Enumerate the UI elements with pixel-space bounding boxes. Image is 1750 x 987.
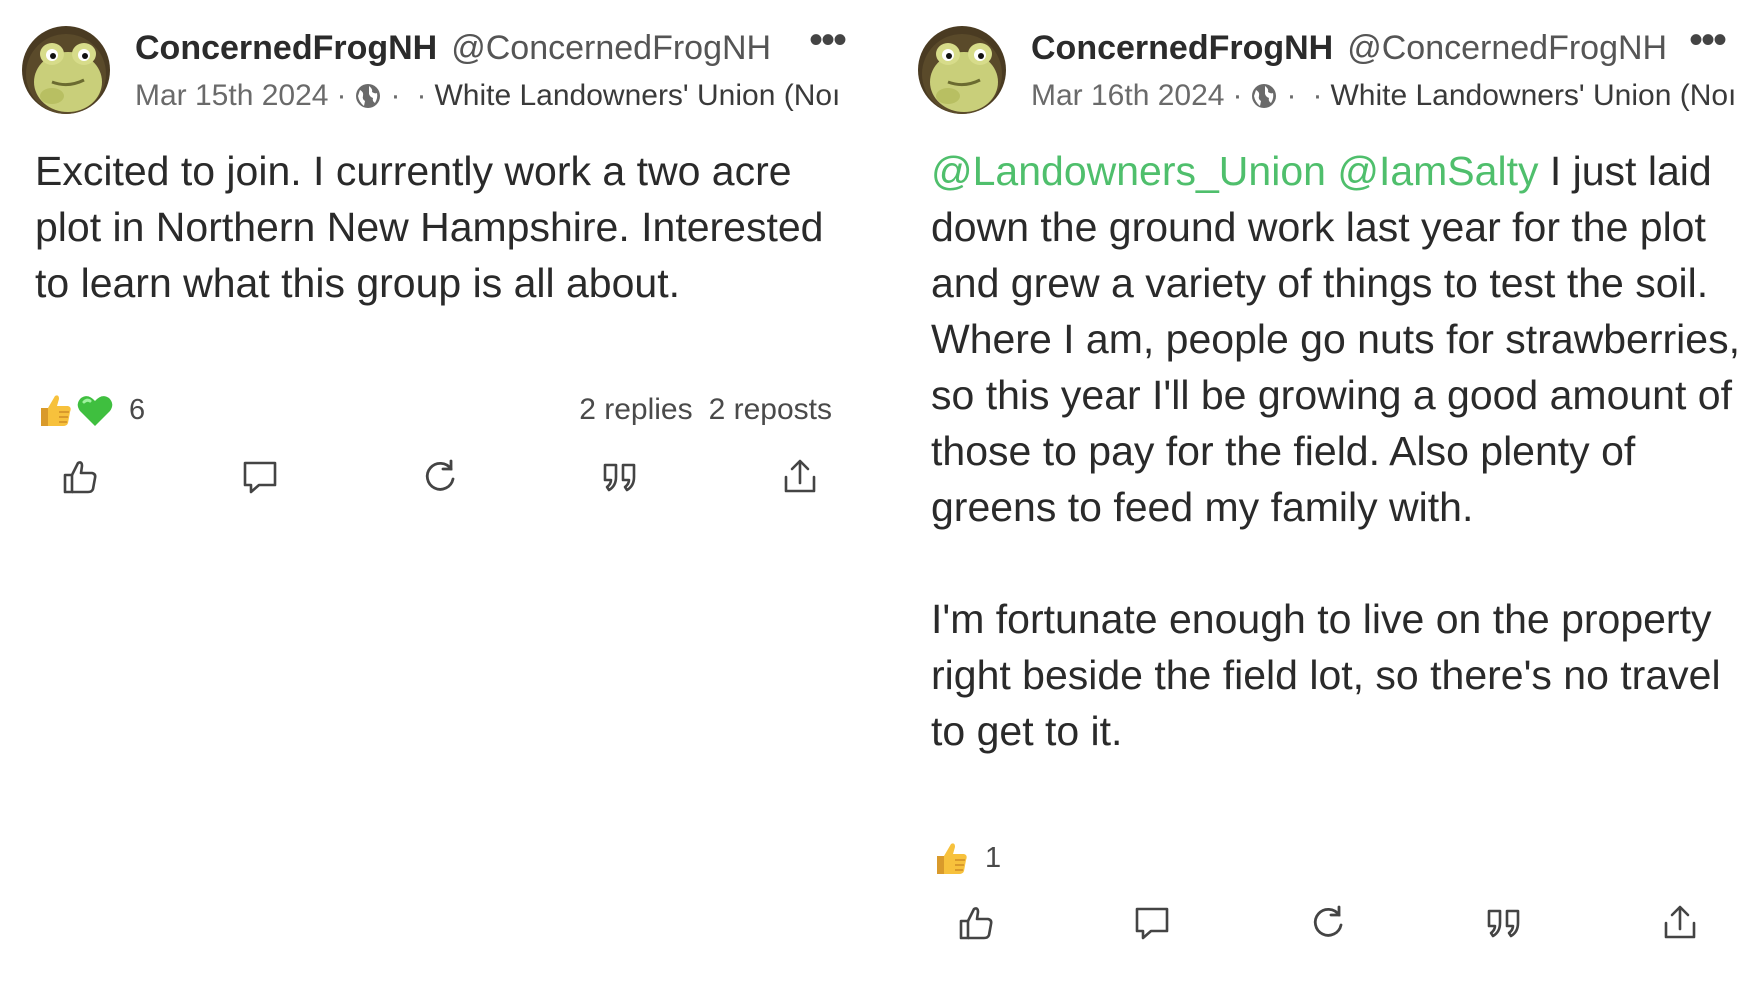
thumbs-up-icon <box>63 461 97 494</box>
separator-dot: · <box>1232 79 1243 112</box>
share-button[interactable] <box>770 447 830 507</box>
repost-icon <box>1313 905 1343 937</box>
post-meta: Mar 15th 2024 · · · White Landowners' Union … <box>135 74 870 118</box>
globe-icon <box>356 84 381 108</box>
comment-icon <box>1135 907 1169 940</box>
quote-button[interactable] <box>590 447 650 507</box>
post-date[interactable]: Mar 15th 2024 <box>135 79 328 112</box>
quote-icon <box>1487 909 1520 938</box>
display-name[interactable]: ConcernedFrogNH <box>1031 29 1333 67</box>
separator-dot: · <box>416 79 427 112</box>
repost-button[interactable] <box>1298 893 1358 953</box>
like-button[interactable] <box>946 893 1006 953</box>
quote-icon <box>603 463 636 492</box>
post-card: ConcernedFrogNH @ConcernedFrogNH ••• Mar … <box>0 0 870 987</box>
separator-dot: · <box>1286 79 1297 112</box>
separator-dot: · <box>336 79 347 112</box>
author-line: ConcernedFrogNH @ConcernedFrogNH <box>1031 26 1667 70</box>
replies-count[interactable]: 2 replies <box>579 393 692 426</box>
comment-icon <box>243 461 277 494</box>
thumbs-up-emoji-icon <box>41 395 71 426</box>
user-handle[interactable]: @ConcernedFrogNH <box>451 29 771 67</box>
post-body: Excited to join. I currently work a two … <box>35 148 835 306</box>
share-icon <box>784 459 816 493</box>
frog-avatar-icon <box>918 26 1006 114</box>
thumbs-up-emoji-icon <box>937 843 967 874</box>
user-handle[interactable]: @ConcernedFrogNH <box>1347 29 1667 67</box>
more-options-icon[interactable]: ••• <box>1684 20 1730 66</box>
reply-button[interactable] <box>230 447 290 507</box>
mention-link[interactable]: @IamSalty <box>1337 148 1538 194</box>
reaction-count: 1 <box>985 842 1002 874</box>
reply-button[interactable] <box>1122 893 1182 953</box>
post-body-text: I just laid down the ground work last ye… <box>931 148 1740 754</box>
frog-avatar-icon <box>22 26 110 114</box>
action-bar <box>946 893 1710 953</box>
reposts-count[interactable]: 2 reposts <box>709 393 832 426</box>
author-line: ConcernedFrogNH @ConcernedFrogNH <box>135 26 771 70</box>
mention-link[interactable]: @Landowners_Union <box>931 148 1326 194</box>
reaction-count: 6 <box>129 394 146 426</box>
display-name[interactable]: ConcernedFrogNH <box>135 29 437 67</box>
post-card: ConcernedFrogNH @ConcernedFrogNH ••• Mar … <box>896 0 1750 987</box>
share-icon <box>1664 905 1696 939</box>
quote-button[interactable] <box>1474 893 1534 953</box>
thumbs-up-icon <box>959 907 993 940</box>
repost-button[interactable] <box>410 447 470 507</box>
repost-icon <box>425 459 455 491</box>
share-button[interactable] <box>1650 893 1710 953</box>
globe-icon <box>1252 84 1277 108</box>
action-bar <box>50 447 830 507</box>
reactions-summary[interactable]: 6 <box>35 388 145 432</box>
post-meta: Mar 16th 2024 · · · White Landowners' Union … <box>1031 74 1750 118</box>
group-link[interactable]: White Landowners' Union (Noı <box>434 79 840 112</box>
separator-dot: · <box>1312 79 1323 112</box>
post-stats: 2 replies 2 reposts <box>579 388 832 432</box>
like-button[interactable] <box>50 447 110 507</box>
group-link[interactable]: White Landowners' Union (Noı <box>1330 79 1736 112</box>
separator-dot: · <box>390 79 401 112</box>
avatar[interactable] <box>22 26 110 114</box>
reactions-summary[interactable]: 1 <box>931 836 1001 880</box>
post-body: @Landowners_Union @IamSalty I just laid … <box>931 143 1750 759</box>
avatar[interactable] <box>918 26 1006 114</box>
green-heart-emoji-icon <box>77 396 113 426</box>
more-options-icon[interactable]: ••• <box>804 20 850 66</box>
post-date[interactable]: Mar 16th 2024 <box>1031 79 1224 112</box>
